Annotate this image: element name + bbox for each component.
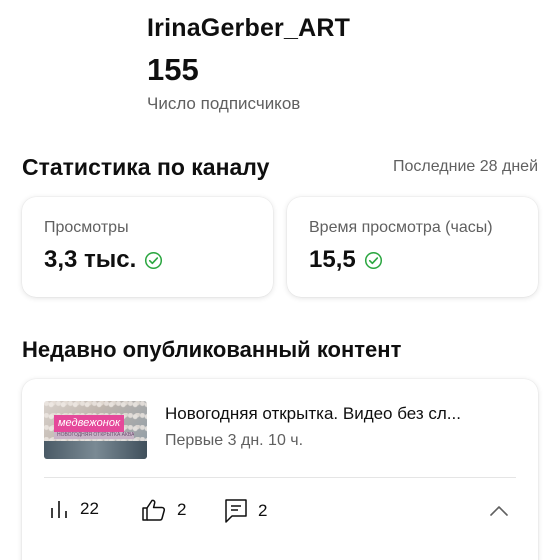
views-metric: 22 (48, 498, 99, 520)
stats-title: Статистика по каналу (22, 154, 270, 180)
likes-count: 2 (177, 500, 187, 519)
thumb-up-icon (142, 499, 166, 521)
watch-time-value: 15,5 (309, 246, 356, 273)
watch-time-label: Время просмотра (часы) (309, 219, 493, 236)
video-timeframe: Первые 3 дн. 10 ч. (165, 432, 304, 449)
check-circle-icon (364, 251, 382, 269)
views-card[interactable]: Просмотры 3,3 тыс. (22, 197, 273, 297)
views-count: 22 (80, 499, 99, 518)
recent-content-title: Недавно опубликованный контент (22, 337, 402, 362)
stats-period[interactable]: Последние 28 дней (393, 158, 538, 176)
chevron-up-icon[interactable] (488, 500, 510, 522)
comments-count: 2 (258, 501, 268, 520)
comments-metric: 2 (224, 498, 267, 524)
views-label: Просмотры (44, 219, 129, 236)
watch-time-value-row: 15,5 (309, 246, 383, 274)
thumbnail-subtitle: НОВОГОДНЯЯ ОТКРЫТКА АКВАРЕЛЬЮ (54, 432, 134, 439)
recent-video-card[interactable]: медвежонок НОВОГОДНЯЯ ОТКРЫТКА АКВАРЕЛЬЮ… (22, 379, 538, 560)
subscriber-count: 155 (147, 52, 199, 87)
watch-time-card[interactable]: Время просмотра (часы) 15,5 (287, 197, 538, 297)
subscriber-label: Число подписчиков (147, 94, 301, 113)
views-value-row: 3,3 тыс. (44, 246, 163, 274)
views-value: 3,3 тыс. (44, 246, 137, 273)
comment-icon (225, 499, 247, 523)
bar-chart-icon (51, 501, 67, 518)
check-circle-icon (145, 251, 163, 269)
thumbnail-title: медвежонок (54, 415, 124, 432)
video-thumbnail[interactable]: медвежонок НОВОГОДНЯЯ ОТКРЫТКА АКВАРЕЛЬЮ (44, 401, 147, 459)
video-title[interactable]: Новогодняя открытка. Видео без сл... (165, 404, 461, 424)
likes-metric: 2 (141, 498, 186, 522)
divider (44, 477, 516, 478)
channel-name: IrinaGerber_ART (147, 14, 351, 42)
